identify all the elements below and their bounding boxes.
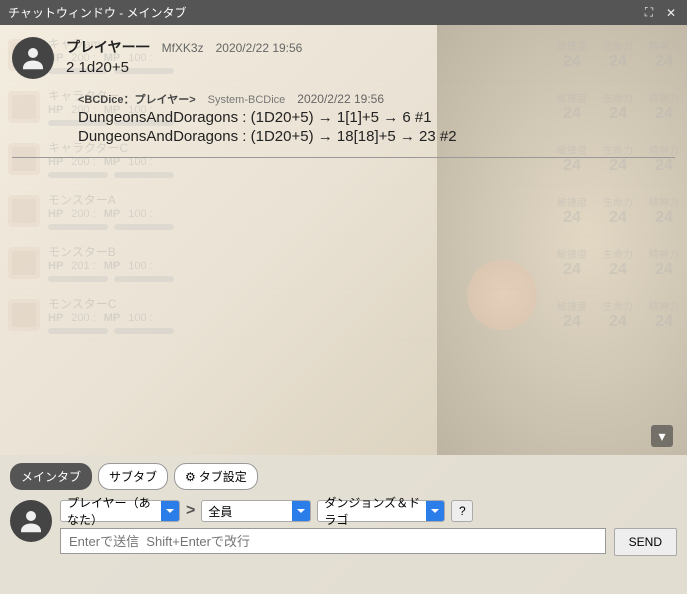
message-time: 2020/2/22 19:56 xyxy=(216,41,303,55)
gear-icon: ⚙ xyxy=(185,470,196,484)
divider xyxy=(12,157,675,158)
tab-settings-button[interactable]: ⚙タブ設定 xyxy=(174,463,258,490)
scroll-down-button[interactable]: ▾ xyxy=(651,425,673,447)
system-select[interactable]: ダンジョンズ＆ドラゴ xyxy=(317,500,445,522)
message-author: プレイヤー一 xyxy=(66,37,150,57)
tab-bar: メインタブ サブタブ ⚙タブ設定 xyxy=(10,463,677,490)
compose-avatar xyxy=(10,500,52,542)
maximize-icon[interactable]: ⛶ xyxy=(641,5,657,20)
message-system: System-BCDice xyxy=(208,94,286,106)
message-text: DungeonsAndDoragons : (1D20+5) → 1[1]+5 … xyxy=(78,109,675,126)
user-avatar xyxy=(12,37,54,79)
chat-message: <BCDice：プレイヤー> System-BCDice 2020/2/22 1… xyxy=(12,91,675,145)
message-prefix: <BCDice：プレイヤー> xyxy=(78,91,196,107)
chat-message: プレイヤー一 MfXK3z 2020/2/22 19:56 2 1d20+5 xyxy=(12,37,675,79)
player-select[interactable]: プレイヤー（あなた） xyxy=(60,500,180,522)
help-button[interactable]: ? xyxy=(451,500,473,522)
close-icon[interactable]: ✕ xyxy=(663,6,679,20)
message-time: 2020/2/22 19:56 xyxy=(297,92,384,106)
message-id: MfXK3z xyxy=(162,41,204,55)
message-text: DungeonsAndDoragons : (1D20+5) → 18[18]+… xyxy=(78,128,675,145)
titlebar: チャットウィンドウ - メインタブ ⛶ ✕ xyxy=(0,0,687,25)
message-text: 2 1d20+5 xyxy=(66,59,675,76)
send-button[interactable]: SEND xyxy=(614,528,677,556)
tab-main[interactable]: メインタブ xyxy=(10,463,92,490)
chat-area: プレイヤー一 MfXK3z 2020/2/22 19:56 2 1d20+5 <… xyxy=(0,25,687,455)
target-select[interactable]: 全員 xyxy=(201,500,311,522)
tab-sub[interactable]: サブタブ xyxy=(98,463,168,490)
message-list: プレイヤー一 MfXK3z 2020/2/22 19:56 2 1d20+5 <… xyxy=(0,25,687,455)
message-input[interactable] xyxy=(60,528,606,554)
arrow-icon: > xyxy=(186,502,195,520)
window-title: チャットウィンドウ - メインタブ xyxy=(8,4,635,21)
compose-panel: メインタブ サブタブ ⚙タブ設定 プレイヤー（あなた） > 全員 ダンジョンズ＆… xyxy=(0,455,687,594)
